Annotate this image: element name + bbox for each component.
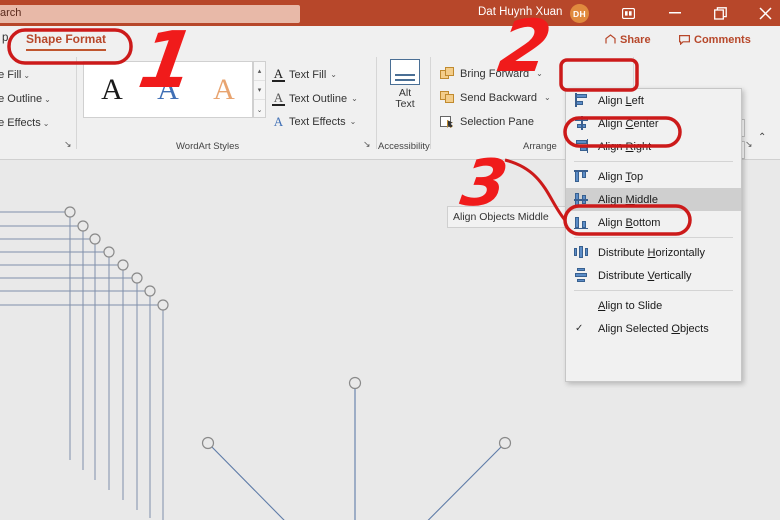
- checkmark-icon: ✓: [575, 323, 584, 334]
- wordart-style-3[interactable]: A: [213, 74, 235, 105]
- text-effects-label: Text Effects: [289, 115, 346, 128]
- tab-shape-format[interactable]: Shape Format: [22, 30, 110, 51]
- size-dialog-launcher[interactable]: ↘: [745, 139, 753, 150]
- tab-help-partial[interactable]: p: [2, 32, 8, 44]
- menu-item-align-right[interactable]: Align Right: [566, 135, 741, 158]
- text-outline-button[interactable]: A Text Outline ⌄: [272, 91, 358, 106]
- text-fill-label: Text Fill: [289, 68, 327, 81]
- align-dropdown-menu[interactable]: Align Left Align Center Align Right Alig…: [565, 88, 742, 382]
- share-bar: Share Comments: [560, 26, 780, 53]
- wordart-style-1[interactable]: A: [101, 74, 123, 105]
- menu-item-label: Align Left: [598, 94, 644, 107]
- send-backward-label: Send Backward: [460, 91, 538, 104]
- comments-button[interactable]: Comments: [674, 30, 756, 49]
- alt-text-label-2: Text: [395, 98, 415, 110]
- shape-effects-label: pe Effects: [0, 117, 41, 129]
- title-bar: arch Dat Huynh Xuan DH: [0, 0, 780, 26]
- menu-item-align-to-slide[interactable]: Align to Slide: [566, 294, 741, 317]
- group-label-arrange: Arrange: [523, 141, 557, 152]
- search-placeholder: arch: [0, 7, 22, 19]
- text-fill-button[interactable]: A Text Fill ⌄: [272, 67, 337, 82]
- powerpoint-window: arch Dat Huynh Xuan DH p Shape Format Sh…: [0, 0, 780, 520]
- share-label: Share: [620, 33, 651, 46]
- collapse-ribbon-icon[interactable]: ⌃: [758, 132, 766, 143]
- chevron-down-icon: ⌄: [42, 119, 50, 128]
- menu-item-align-left[interactable]: Align Left: [566, 89, 741, 112]
- selection-pane-button[interactable]: Selection Pane: [440, 115, 534, 128]
- share-icon: [605, 34, 616, 44]
- menu-item-label: Align to Slide: [598, 299, 663, 312]
- menu-item-distribute-horizontally[interactable]: Distribute Horizontally: [566, 241, 741, 264]
- text-outline-label: Text Outline: [289, 92, 348, 105]
- alt-text-button[interactable]: Alt Text: [385, 59, 425, 110]
- distribute-horizontal-icon: [574, 245, 589, 260]
- align-left-icon: [574, 93, 589, 108]
- tab-area: p Shape Format: [0, 26, 560, 53]
- chevron-down-icon: ⌄: [44, 95, 51, 104]
- menu-item-align-top[interactable]: Align Top: [566, 165, 741, 188]
- menu-item-label: Align Right: [598, 140, 652, 153]
- text-outline-icon: A: [272, 90, 285, 106]
- shape-effects-button[interactable]: pe Effects⌄: [0, 117, 49, 129]
- chevron-down-icon: ⌄: [330, 70, 337, 79]
- text-effects-icon: A: [273, 114, 284, 129]
- wordart-gallery-scroller[interactable]: ▴ ▾ ⌄: [253, 61, 266, 118]
- menu-separator: [574, 290, 733, 291]
- ribbon-tab-strip: p Shape Format Share Comments: [0, 26, 780, 53]
- group-label-wordart: WordArt Styles: [176, 141, 240, 152]
- menu-separator: [574, 161, 733, 162]
- shape-styles-dialog-launcher[interactable]: ↘: [64, 139, 72, 150]
- send-backward-icon: [440, 91, 455, 104]
- menu-item-label: Align Center: [598, 117, 659, 130]
- wordart-dialog-launcher[interactable]: ↘: [363, 139, 371, 150]
- gallery-more-icon[interactable]: ⌄: [254, 100, 265, 119]
- tab-shape-format-label: Shape Format: [26, 32, 107, 46]
- menu-separator: [574, 237, 733, 238]
- menu-item-label: Distribute Horizontally: [598, 246, 706, 259]
- shape-outline-label: pe Outline: [0, 93, 43, 105]
- align-center-icon: [574, 116, 589, 131]
- distribute-vertical-icon: [574, 268, 589, 283]
- bring-forward-icon: [440, 67, 455, 80]
- active-tab-underline: [26, 48, 107, 51]
- gallery-scroll-up-icon[interactable]: ▴: [254, 62, 265, 81]
- menu-item-distribute-vertically[interactable]: Distribute Vertically: [566, 264, 741, 287]
- chevron-down-icon: ⌄: [23, 71, 31, 80]
- menu-item-label: Distribute Vertically: [598, 269, 692, 282]
- comment-icon: [679, 34, 690, 45]
- menu-item-align-middle[interactable]: Align Middle: [566, 188, 741, 211]
- align-middle-icon: [574, 192, 589, 207]
- menu-item-align-selected-objects[interactable]: ✓ Align Selected Objects: [566, 317, 741, 340]
- close-icon[interactable]: [745, 0, 780, 26]
- chevron-down-icon: ⌄: [351, 94, 358, 103]
- send-backward-button[interactable]: Send Backward ⌄: [440, 91, 551, 104]
- minimize-icon[interactable]: [655, 0, 695, 26]
- gallery-scroll-down-icon[interactable]: ▾: [254, 81, 265, 100]
- align-right-icon: [574, 139, 589, 154]
- avatar[interactable]: DH: [570, 4, 589, 23]
- selection-pane-icon: [440, 115, 455, 128]
- comments-label: Comments: [694, 33, 751, 46]
- menu-item-label: Align Selected Objects: [598, 322, 709, 335]
- ribbon-display-options-icon[interactable]: [608, 0, 648, 26]
- align-top-icon: [574, 169, 589, 184]
- chevron-down-icon: ⌄: [349, 117, 357, 126]
- menu-item-label: Align Bottom: [598, 216, 661, 229]
- restore-icon[interactable]: [700, 0, 740, 26]
- menu-item-label: Align Top: [598, 170, 644, 183]
- alt-text-icon: [390, 59, 420, 85]
- shape-fill-button[interactable]: pe Fill⌄: [0, 69, 30, 81]
- shape-fill-label: pe Fill: [0, 69, 22, 81]
- menu-item-label: Align Middle: [598, 193, 658, 206]
- selection-pane-label: Selection Pane: [460, 115, 534, 128]
- chevron-down-icon: ⌄: [544, 93, 551, 102]
- menu-item-align-center[interactable]: Align Center: [566, 112, 741, 135]
- text-effects-button[interactable]: A Text Effects ⌄: [272, 114, 357, 129]
- menu-item-align-bottom[interactable]: Align Bottom: [566, 211, 741, 234]
- group-label-accessibility: Accessibility: [378, 141, 430, 152]
- shape-outline-button[interactable]: pe Outline⌄: [0, 93, 51, 105]
- text-fill-icon: A: [272, 66, 285, 82]
- align-bottom-icon: [574, 215, 589, 230]
- share-button[interactable]: Share: [600, 30, 656, 49]
